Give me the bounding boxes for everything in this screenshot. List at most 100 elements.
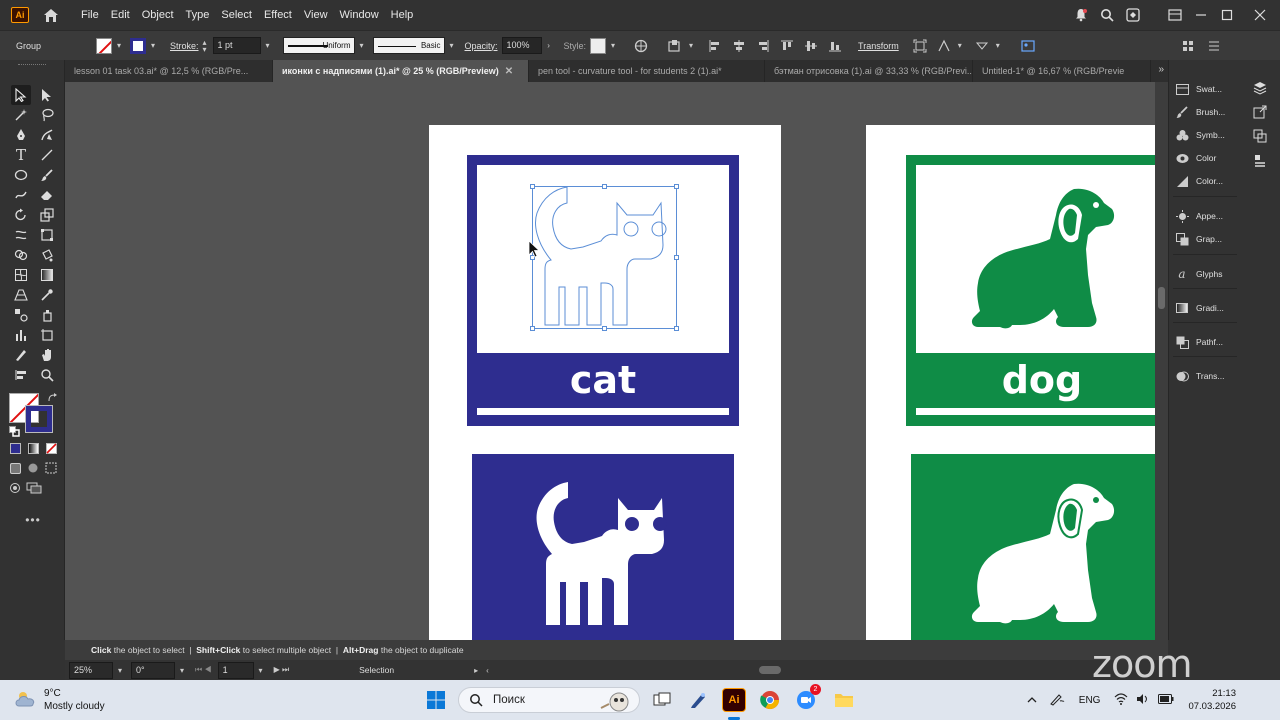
- menu-type[interactable]: Type: [180, 0, 216, 30]
- color-mode-icon[interactable]: [7, 440, 23, 456]
- type-tool-icon[interactable]: T: [11, 145, 31, 165]
- close-icon[interactable]: [1240, 0, 1280, 30]
- eraser-tool-icon[interactable]: [37, 185, 57, 205]
- chevron-down-icon[interactable]: ▾: [447, 41, 457, 51]
- input-language[interactable]: ENG: [1079, 695, 1101, 706]
- panel-menu-icon[interactable]: [1205, 37, 1223, 55]
- rotation-field[interactable]: 0°: [131, 661, 175, 679]
- battery-icon[interactable]: [1158, 693, 1174, 707]
- chevron-down-icon[interactable]: ▾: [686, 41, 696, 51]
- chevron-down-icon[interactable]: ▾: [114, 41, 124, 51]
- align-right-icon[interactable]: [754, 37, 772, 55]
- envelope-icon[interactable]: [973, 37, 991, 55]
- brush-definition[interactable]: Basic: [372, 37, 445, 54]
- align-middle-icon[interactable]: [802, 37, 820, 55]
- shaper-tool-icon[interactable]: [11, 185, 31, 205]
- fill-swatch[interactable]: [96, 37, 112, 54]
- default-fill-stroke-icon[interactable]: [9, 424, 20, 437]
- panel-color[interactable]: Color: [1175, 147, 1239, 169]
- panel-color-guide[interactable]: Color...: [1175, 170, 1239, 192]
- arrange-documents-icon[interactable]: [1162, 0, 1188, 30]
- resize-handle-t[interactable]: [602, 184, 607, 189]
- menu-file[interactable]: File: [75, 0, 105, 30]
- next-artboard-icon[interactable]: ▶ ⏭: [274, 665, 290, 675]
- chevron-down-icon[interactable]: ▾: [608, 41, 618, 51]
- layers-icon[interactable]: [1250, 78, 1270, 98]
- chevron-down-icon[interactable]: ▾: [177, 665, 187, 675]
- puppet-warp-icon[interactable]: [935, 37, 953, 55]
- live-paint-tool-icon[interactable]: [37, 245, 57, 265]
- menu-help[interactable]: Help: [385, 0, 420, 30]
- warp-tool-icon[interactable]: [11, 225, 31, 245]
- illustrator-taskbar-icon[interactable]: Ai: [722, 688, 746, 712]
- menu-effect[interactable]: Effect: [258, 0, 298, 30]
- home-icon[interactable]: [41, 6, 61, 24]
- pen-tool-icon[interactable]: [11, 125, 31, 145]
- close-tab-icon[interactable]: ✕: [505, 66, 513, 77]
- windows-start-icon[interactable]: [424, 688, 448, 712]
- arrange-icon[interactable]: [1179, 37, 1197, 55]
- chevron-down-icon[interactable]: ▾: [263, 41, 273, 51]
- zoom-app-icon[interactable]: 2: [794, 684, 821, 712]
- canvas[interactable]: cat dog: [65, 82, 1155, 640]
- draw-normal-icon[interactable]: [7, 460, 23, 476]
- discover-icon[interactable]: [1120, 0, 1146, 30]
- scale-tool-icon[interactable]: [37, 205, 57, 225]
- opacity-field[interactable]: 100%: [501, 37, 542, 54]
- paintbrush-tool-icon[interactable]: [37, 165, 57, 185]
- status-menu-icon[interactable]: ▸: [474, 666, 478, 675]
- panel-brushes[interactable]: Brush...: [1175, 101, 1239, 123]
- zoom-tool-icon[interactable]: [37, 365, 57, 385]
- align-center-icon[interactable]: [730, 37, 748, 55]
- gradient-tool-icon[interactable]: [37, 265, 57, 285]
- panel-gradient[interactable]: Gradi...: [1175, 297, 1239, 319]
- image-trace-icon[interactable]: [1019, 37, 1037, 55]
- panel-glyphs[interactable]: a Glyphs: [1175, 263, 1239, 285]
- tab-untitled[interactable]: Untitled-1* @ 16,67 % (RGB/Previe: [973, 60, 1151, 82]
- align-to-icon[interactable]: [666, 37, 684, 55]
- direct-selection-tool-icon[interactable]: [37, 85, 57, 105]
- minimize-icon[interactable]: [1188, 0, 1214, 30]
- chevron-down-icon[interactable]: ▾: [256, 665, 266, 675]
- chevron-down-icon[interactable]: ▾: [357, 41, 367, 51]
- panel-swatches[interactable]: Swat...: [1175, 78, 1239, 100]
- recolor-artwork-icon[interactable]: [632, 37, 650, 55]
- blend-tool-icon[interactable]: [11, 305, 31, 325]
- artboards-icon[interactable]: [1250, 126, 1270, 146]
- perspective-grid-tool-icon[interactable]: [11, 285, 31, 305]
- align-top-icon[interactable]: [778, 37, 796, 55]
- ellipse-tool-icon[interactable]: [11, 165, 31, 185]
- tab-lesson-01[interactable]: lesson 01 task 03.ai* @ 12,5 % (RGB/Pre.…: [65, 60, 273, 82]
- isolate-icon[interactable]: [911, 37, 929, 55]
- mesh-tool-icon[interactable]: [11, 265, 31, 285]
- draw-behind-icon[interactable]: [25, 460, 41, 476]
- volume-icon[interactable]: [1136, 693, 1150, 708]
- resize-handle-r[interactable]: [674, 255, 679, 260]
- none-mode-icon[interactable]: [43, 440, 59, 456]
- zoom-level-field[interactable]: 25%: [69, 661, 113, 679]
- stroke-weight-field[interactable]: 1 pt: [212, 37, 261, 54]
- wifi-icon[interactable]: [1114, 692, 1128, 708]
- dog-label[interactable]: dog: [906, 356, 1155, 404]
- edit-toolbar-icon[interactable]: •••: [23, 510, 43, 530]
- opacity-label[interactable]: Opacity:: [465, 41, 498, 51]
- chevron-right-icon[interactable]: ›: [544, 41, 554, 51]
- menu-window[interactable]: Window: [334, 0, 385, 30]
- artboard-number-field[interactable]: 1: [217, 661, 254, 679]
- shape-builder-tool-icon[interactable]: [11, 245, 31, 265]
- screen-mode-icon[interactable]: [7, 480, 23, 496]
- lasso-tool-icon[interactable]: [37, 105, 57, 125]
- graphic-style-swatch[interactable]: [590, 37, 607, 54]
- free-transform-tool-icon[interactable]: [37, 225, 57, 245]
- eyedropper-tool-icon[interactable]: [37, 285, 57, 305]
- horizontal-scroll-thumb[interactable]: [758, 666, 781, 674]
- hand-tool-icon[interactable]: [37, 345, 57, 365]
- slice-tool-icon[interactable]: [11, 345, 31, 365]
- panel-appearance[interactable]: Appe...: [1175, 205, 1239, 227]
- cat-label[interactable]: cat: [467, 356, 739, 404]
- menu-edit[interactable]: Edit: [105, 0, 136, 30]
- scroll-left-icon[interactable]: ‹: [486, 666, 489, 675]
- system-clock[interactable]: 21:13 07.03.2026: [1188, 687, 1236, 713]
- chevron-down-icon[interactable]: ▾: [955, 41, 965, 51]
- restore-icon[interactable]: [1214, 0, 1240, 30]
